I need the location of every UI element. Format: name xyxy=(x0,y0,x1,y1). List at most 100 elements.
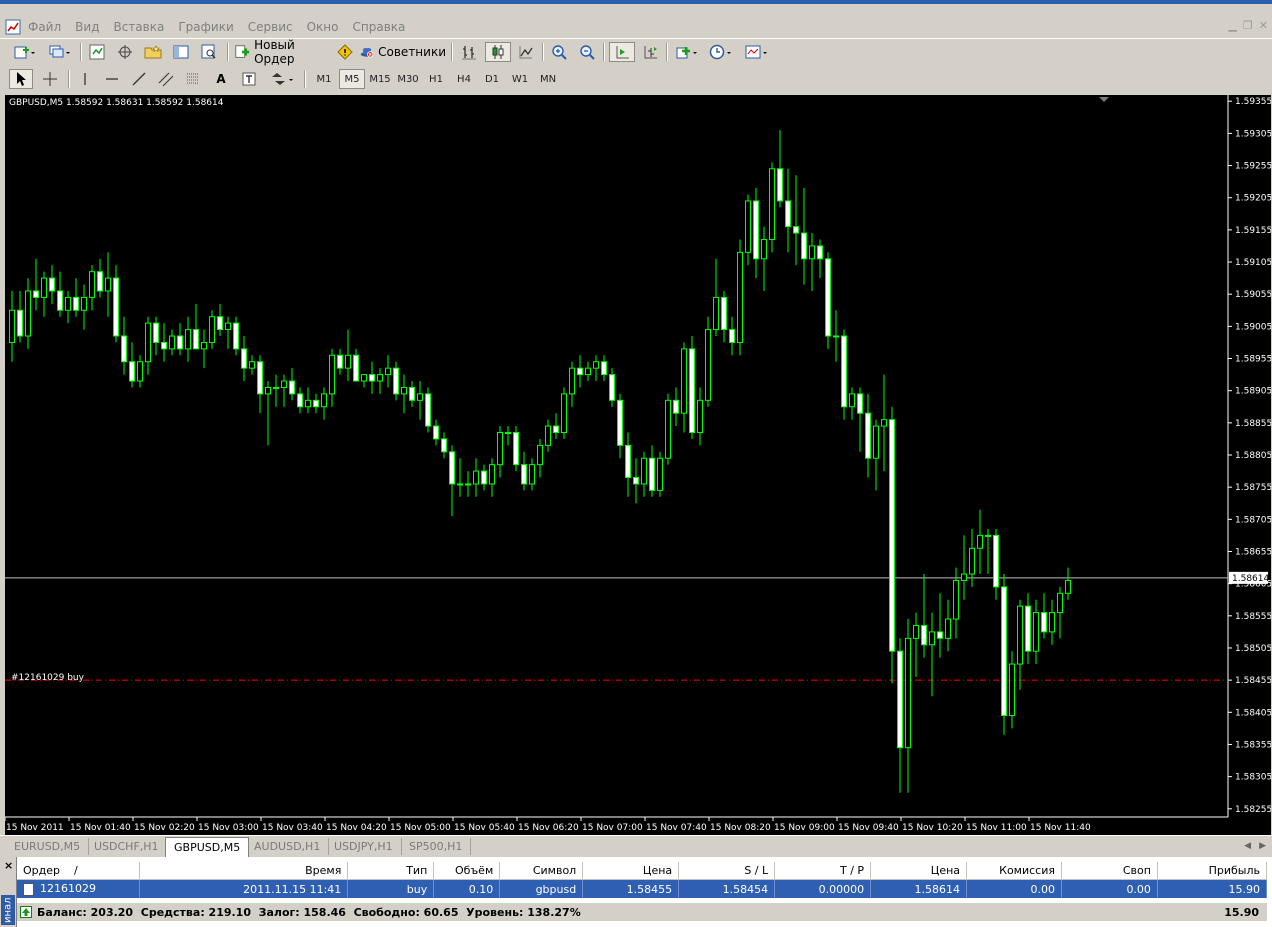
menu-tools[interactable]: Сервис xyxy=(248,20,293,34)
new-chart-button[interactable] xyxy=(10,42,40,62)
timeframe-m15-button[interactable]: M15 xyxy=(367,69,393,89)
close-icon[interactable]: × xyxy=(4,859,13,872)
minimize-icon[interactable]: ▁ xyxy=(1228,19,1236,32)
tab-scroll-left-icon[interactable]: ◀ xyxy=(1244,841,1251,851)
candle-bear xyxy=(673,399,679,414)
column-header-type[interactable]: Тип xyxy=(347,862,435,880)
column-header-profit[interactable]: Прибыль xyxy=(1157,862,1268,880)
chart-shift-button[interactable] xyxy=(639,42,661,62)
time-cell: 2011.11.15 11:41 xyxy=(139,879,349,898)
column-header-volume[interactable]: Объём xyxy=(433,862,501,880)
auto-scroll-button[interactable] xyxy=(609,42,635,62)
chart-canvas[interactable]: 1.59355 1.59305 1.59255 1.59205 1.59155 1.591… xyxy=(5,95,1271,835)
market-watch-button[interactable] xyxy=(86,42,108,62)
zoom-out-button[interactable] xyxy=(576,42,598,62)
chart-tabs: EURUSD,M5 USDCHF,H1 GBPUSD,M5 AUDUSD,H1 … xyxy=(0,835,1272,858)
tab-gbpusd-m5[interactable]: GBPUSD,M5 xyxy=(165,837,250,857)
candle-bear xyxy=(889,419,895,652)
new-order-icon xyxy=(235,45,250,58)
column-header-sl[interactable]: S / L xyxy=(678,862,776,880)
price-tick-label: 1.59355 xyxy=(1235,97,1271,107)
candle-bear xyxy=(161,341,167,350)
favorites-button[interactable] xyxy=(142,42,164,62)
column-header-swap[interactable]: Своп xyxy=(1061,862,1158,880)
candle-bear xyxy=(857,393,863,414)
column-header-symbol[interactable]: Символ xyxy=(499,862,584,880)
orders-table: Ордер / Время Тип Объём Символ Цена S / … xyxy=(17,862,1268,898)
tab-usdjpy-h1[interactable]: USDJPY,H1 xyxy=(326,838,402,855)
terminal-button[interactable] xyxy=(170,42,192,62)
column-header-price[interactable]: Цена xyxy=(582,862,680,880)
timeframe-d1-button[interactable]: D1 xyxy=(479,69,505,89)
navigator-button[interactable] xyxy=(114,42,136,62)
tab-audusd-h1[interactable]: AUDUSD,H1 xyxy=(246,838,330,855)
tab-sp500-h1[interactable]: SP500,H1 xyxy=(401,838,472,855)
menu-insert[interactable]: Вставка xyxy=(113,20,164,34)
cursor-button[interactable] xyxy=(9,69,33,89)
menu-file[interactable]: Файл xyxy=(28,20,61,34)
candle-bull xyxy=(665,399,671,459)
menu-charts[interactable]: Графики xyxy=(178,20,233,34)
tab-scroll-right-icon[interactable]: ▶ xyxy=(1259,841,1266,851)
close-icon[interactable]: ✕ xyxy=(1259,19,1268,32)
profiles-button[interactable] xyxy=(45,42,75,62)
timeframe-h4-button[interactable]: H4 xyxy=(451,69,477,89)
indicators-button[interactable] xyxy=(672,42,702,62)
candlestick-chart-button[interactable] xyxy=(485,42,511,62)
table-row[interactable]: 12161029 2011.11.15 11:41 buy 0.10 gbpus… xyxy=(17,879,1268,898)
line-chart-button[interactable] xyxy=(515,42,537,62)
candle-bull xyxy=(329,354,335,395)
price-tick-label: 1.58855 xyxy=(1235,419,1271,429)
timeframe-m5-button[interactable]: M5 xyxy=(339,69,365,89)
text-button[interactable]: A xyxy=(210,69,232,89)
column-header-current-price[interactable]: Цена xyxy=(870,862,968,880)
vertical-line-button[interactable] xyxy=(74,69,96,89)
candle-bear xyxy=(297,393,303,408)
price-tick-label: 1.58705 xyxy=(1235,515,1271,525)
current-price-cell: 1.58614 xyxy=(870,879,968,898)
text-label-button[interactable] xyxy=(238,69,260,89)
timeframe-h1-button[interactable]: H1 xyxy=(423,69,449,89)
expert-advisors-button[interactable]: Советники xyxy=(360,42,446,62)
column-header-time[interactable]: Время xyxy=(139,862,349,880)
arrows-icon xyxy=(272,73,293,85)
column-header-order[interactable]: Ордер / xyxy=(17,862,141,880)
arrows-button[interactable] xyxy=(266,69,298,89)
menu-window[interactable]: Окно xyxy=(307,20,339,34)
tester-button[interactable] xyxy=(198,42,220,62)
zoom-in-button[interactable] xyxy=(548,42,570,62)
fibonacci-button[interactable] xyxy=(182,69,204,89)
timeframe-mn-button[interactable]: MN xyxy=(535,69,561,89)
horizontal-line-icon xyxy=(106,78,118,80)
crosshair-icon xyxy=(43,72,57,86)
candle-bull xyxy=(273,386,279,389)
menu-view[interactable]: Вид xyxy=(75,20,99,34)
add-indicator-icon xyxy=(676,47,697,59)
price-chart[interactable]: 1.59355 1.59305 1.59255 1.59205 1.59155 1.591… xyxy=(5,95,1271,835)
new-order-button[interactable]: Новый Ордер xyxy=(234,38,330,66)
tab-eurusd-m5[interactable]: EURUSD,M5 xyxy=(6,838,90,855)
timeframe-m1-button[interactable]: M1 xyxy=(311,69,337,89)
horizontal-line-button[interactable] xyxy=(101,69,123,89)
crosshair-button[interactable] xyxy=(38,69,62,89)
periodicity-button[interactable] xyxy=(706,42,736,62)
symbol-cell: gbpusd xyxy=(499,879,584,898)
trendline-button[interactable] xyxy=(128,69,150,89)
templates-button[interactable] xyxy=(742,42,772,62)
candle-bull xyxy=(745,200,751,253)
bar-chart-button[interactable] xyxy=(458,42,480,62)
column-header-commission[interactable]: Комиссия xyxy=(966,862,1062,880)
tab-usdchf-h1[interactable]: USDCHF,H1 xyxy=(86,838,168,855)
menu-help[interactable]: Справка xyxy=(353,20,406,34)
timeframe-m30-button[interactable]: M30 xyxy=(395,69,421,89)
equidistant-channel-button[interactable] xyxy=(155,69,177,89)
timeframe-w1-button[interactable]: W1 xyxy=(507,69,533,89)
meta-editor-button[interactable] xyxy=(334,42,356,62)
column-header-tp[interactable]: T / P xyxy=(774,862,872,880)
restore-icon[interactable]: ❐ xyxy=(1243,19,1253,32)
candle-bull xyxy=(377,374,383,382)
volume-cell: 0.10 xyxy=(433,879,501,898)
warning-diamond-icon xyxy=(337,44,353,60)
fibonacci-icon xyxy=(187,73,199,84)
candle-bear xyxy=(937,631,943,639)
